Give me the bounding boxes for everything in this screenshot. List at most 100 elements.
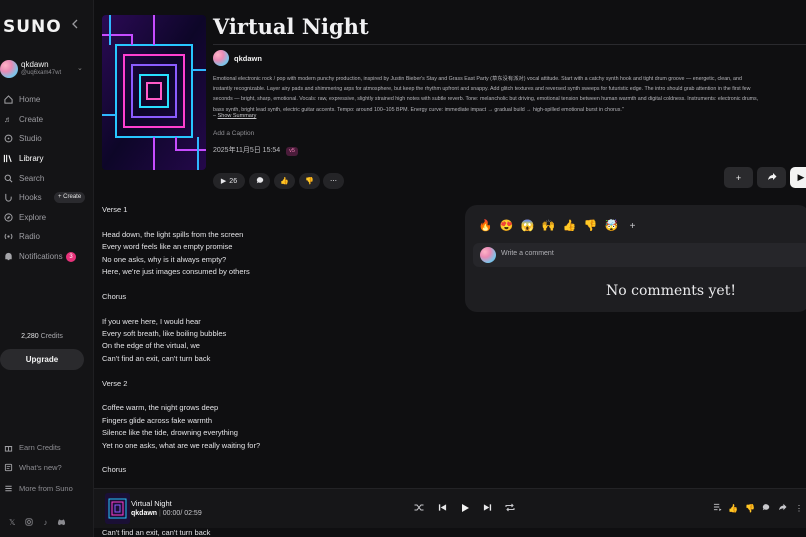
radio-icon	[3, 232, 13, 242]
lyrics-line: No one asks, why is it always empty?	[102, 254, 227, 264]
nav-studio[interactable]: Studio	[0, 129, 94, 149]
show-summary-link[interactable]: – Show Summary	[213, 113, 256, 119]
player-artist[interactable]: qkdawn	[131, 510, 157, 517]
reaction-emoji[interactable]: 👍	[562, 219, 577, 234]
search-icon	[3, 173, 13, 183]
next-track-icon[interactable]	[481, 503, 493, 515]
player-dislike-icon[interactable]: 👎	[744, 503, 756, 515]
nav-create[interactable]: ♬ Create	[0, 110, 94, 130]
discord-icon[interactable]	[57, 518, 66, 528]
hooks-icon	[3, 193, 13, 203]
explore-icon	[3, 212, 13, 222]
player-cover-thumb[interactable]	[105, 493, 130, 524]
bell-icon	[3, 252, 13, 262]
more-icon	[3, 483, 13, 493]
x-icon[interactable]: 𝕏	[9, 518, 15, 528]
lyrics-line: On the edge of the virtual, we	[102, 341, 200, 351]
collapse-sidebar-icon[interactable]	[71, 19, 83, 31]
nav-earn-credits-label: Earn Credits	[19, 442, 61, 452]
previous-track-icon[interactable]	[436, 503, 448, 515]
reaction-emoji[interactable]: 🙌	[541, 219, 556, 234]
credits-display: 2,280 Credits	[0, 333, 84, 340]
player-song-title[interactable]: Virtual Night	[131, 499, 172, 508]
lyrics-spacer	[102, 216, 432, 228]
player-share-icon[interactable]	[776, 503, 788, 515]
add-caption-button[interactable]: Add a Caption	[213, 130, 254, 137]
lyrics-line: Chorus	[102, 465, 127, 475]
nav-whats-new[interactable]: What's new?	[0, 458, 94, 479]
nav-earn-credits[interactable]: Earn Credits	[0, 437, 94, 458]
instagram-icon[interactable]	[25, 518, 34, 528]
reaction-emoji[interactable]: 😱	[520, 219, 535, 234]
player-comment-icon[interactable]	[760, 503, 772, 515]
song-title: Virtual Night	[213, 14, 369, 39]
like-button[interactable]: 👍	[274, 173, 295, 189]
lyrics-panel: Verse 1 Head down, the light spills from …	[102, 204, 432, 477]
lyrics-line: Chorus	[102, 291, 127, 301]
song-description: Emotional electronic rock / pop with mod…	[213, 76, 759, 113]
studio-icon	[3, 134, 13, 144]
nav-explore[interactable]: Explore	[0, 208, 94, 228]
lyrics-line: Silence like the tide, drowning everythi…	[102, 428, 238, 438]
shuffle-icon[interactable]	[413, 503, 425, 515]
nav-search[interactable]: Search	[0, 168, 94, 188]
play-icon: ▶	[220, 178, 227, 185]
nav-notifications[interactable]: Notifications 3	[0, 247, 94, 267]
play-button[interactable]: ▶	[790, 167, 806, 188]
owner-name: qkdawn	[234, 54, 262, 63]
add-reaction-icon[interactable]: +	[625, 219, 640, 234]
lyrics-line: Verse 2	[102, 378, 128, 388]
song-cover-art[interactable]	[102, 15, 206, 170]
library-icon	[3, 154, 13, 164]
player-like-icon[interactable]: 👍	[727, 503, 739, 515]
nav-library-label: Library	[19, 154, 44, 164]
play-count-button[interactable]: ▶ 26	[213, 173, 245, 189]
main-nav: Home ♬ Create Studio Library Search Hook…	[0, 90, 94, 266]
comment-input-placeholder: Write a comment	[501, 250, 554, 257]
social-links: 𝕏 ♪	[9, 518, 66, 528]
repeat-icon[interactable]	[504, 503, 516, 515]
nav-home[interactable]: Home	[0, 90, 94, 110]
comment-icon	[256, 176, 264, 186]
thumbs-down-icon: 👎	[305, 178, 314, 185]
comment-input-box[interactable]: Write a comment	[473, 243, 806, 267]
comments-panel: 🔥 😍 😱 🙌 👍 👎 🤯 + Write a comment No comments yet…	[465, 205, 806, 312]
lyrics-line: Every soft breath, like boiling bubbles	[102, 329, 227, 339]
comment-button[interactable]	[249, 173, 270, 189]
nav-hooks[interactable]: Hooks + Create	[0, 188, 94, 208]
username: qkdawn	[21, 60, 49, 69]
nav-library[interactable]: Library	[0, 149, 94, 169]
song-page: Virtual Night qkdawn Emotional electroni…	[94, 0, 806, 537]
chevron-down-icon: ⌄	[77, 65, 83, 72]
queue-icon[interactable]	[711, 503, 723, 515]
song-date-text: 2025年11月5日 15:54	[213, 147, 281, 154]
reaction-emoji[interactable]: 🔥	[478, 219, 493, 234]
earn-icon	[3, 442, 13, 452]
lyrics-line: Yet no one asks, what are we really wait…	[102, 440, 261, 450]
share-button[interactable]	[757, 167, 786, 188]
share-icon	[767, 172, 777, 183]
more-options-button[interactable]: ⋯	[323, 173, 344, 189]
lyrics-line: Coffee warm, the night grows deep	[102, 403, 219, 413]
upgrade-button[interactable]: Upgrade	[0, 349, 84, 370]
play-icon: ▶	[797, 172, 805, 182]
nav-more-from-suno[interactable]: More from Suno	[0, 478, 94, 499]
add-to-playlist-button[interactable]: +	[724, 167, 753, 188]
lyrics-line: Verse 1	[102, 205, 128, 214]
user-profile[interactable]: qkdawn @uq6xam47wt ⌄	[0, 58, 94, 82]
suno-logo[interactable]: SUNO	[3, 17, 62, 37]
comment-user-avatar	[480, 247, 496, 263]
reaction-emoji[interactable]: 🤯	[604, 219, 619, 234]
credits-label: Credits	[40, 333, 63, 340]
reaction-emoji[interactable]: 😍	[499, 219, 514, 234]
lyrics-spacer	[102, 452, 432, 464]
tiktok-icon[interactable]: ♪	[43, 518, 47, 528]
dislike-button[interactable]: 👎	[299, 173, 320, 189]
play-pause-icon[interactable]	[459, 503, 471, 515]
player-duration: 02:59	[184, 510, 202, 517]
nav-radio[interactable]: Radio	[0, 227, 94, 247]
player-more-icon[interactable]: ⋮	[793, 503, 805, 515]
hooks-create-button[interactable]: + Create	[54, 191, 86, 203]
lyrics-spacer	[102, 365, 432, 377]
reaction-emoji[interactable]: 👎	[583, 219, 598, 234]
